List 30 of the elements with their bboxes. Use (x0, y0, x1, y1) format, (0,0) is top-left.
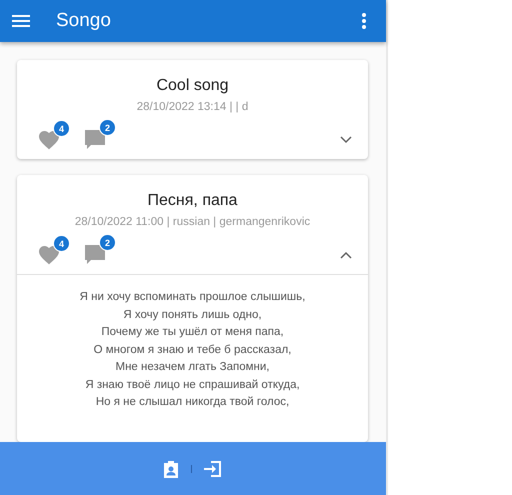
lyric-line: Мне незачем лгать Запомни, (115, 360, 270, 375)
lyric-line: Я ни хочу вспоминать прошлое слышишь, (80, 290, 306, 305)
more-options-icon[interactable] (362, 13, 366, 29)
song-meta: 28/10/2022 13:14 | | d (136, 101, 248, 113)
song-title: Песня, папа (148, 192, 238, 210)
comment-count: 2 (99, 119, 116, 136)
comment-icon (83, 127, 107, 151)
song-title: Cool song (156, 77, 229, 95)
lyric-line: О многом я знаю и тебе б рассказал, (94, 342, 292, 358)
login-icon[interactable] (204, 460, 223, 478)
like-count: 4 (53, 235, 70, 252)
comment-count: 2 (99, 234, 116, 251)
lyric-line: Но я не слышал никогда твой голос, (96, 395, 290, 410)
comment-button[interactable]: 2 (83, 119, 116, 151)
heart-icon (37, 128, 61, 150)
lyric-line: Я знаю твоё лицо не спрашивай откуда, (85, 378, 300, 392)
lyric-line: Почему же ты ушёл от меня папа, (101, 325, 284, 340)
comment-button[interactable]: 2 (83, 234, 116, 266)
menu-icon[interactable] (12, 14, 30, 28)
like-button[interactable]: 4 (37, 120, 70, 150)
song-meta: 28/10/2022 11:00 | russian | germangenrikovic (74, 216, 310, 228)
app-title: Songo (56, 10, 112, 32)
heart-icon (37, 243, 61, 265)
expand-icon[interactable] (338, 134, 354, 146)
collapse-icon[interactable] (338, 249, 354, 261)
like-button[interactable]: 4 (37, 235, 70, 265)
like-count: 4 (53, 120, 70, 137)
comment-icon (83, 242, 107, 266)
lyric-line: Я хочу понять лишь одно, (123, 308, 262, 322)
profile-badge-icon[interactable] (163, 460, 179, 478)
